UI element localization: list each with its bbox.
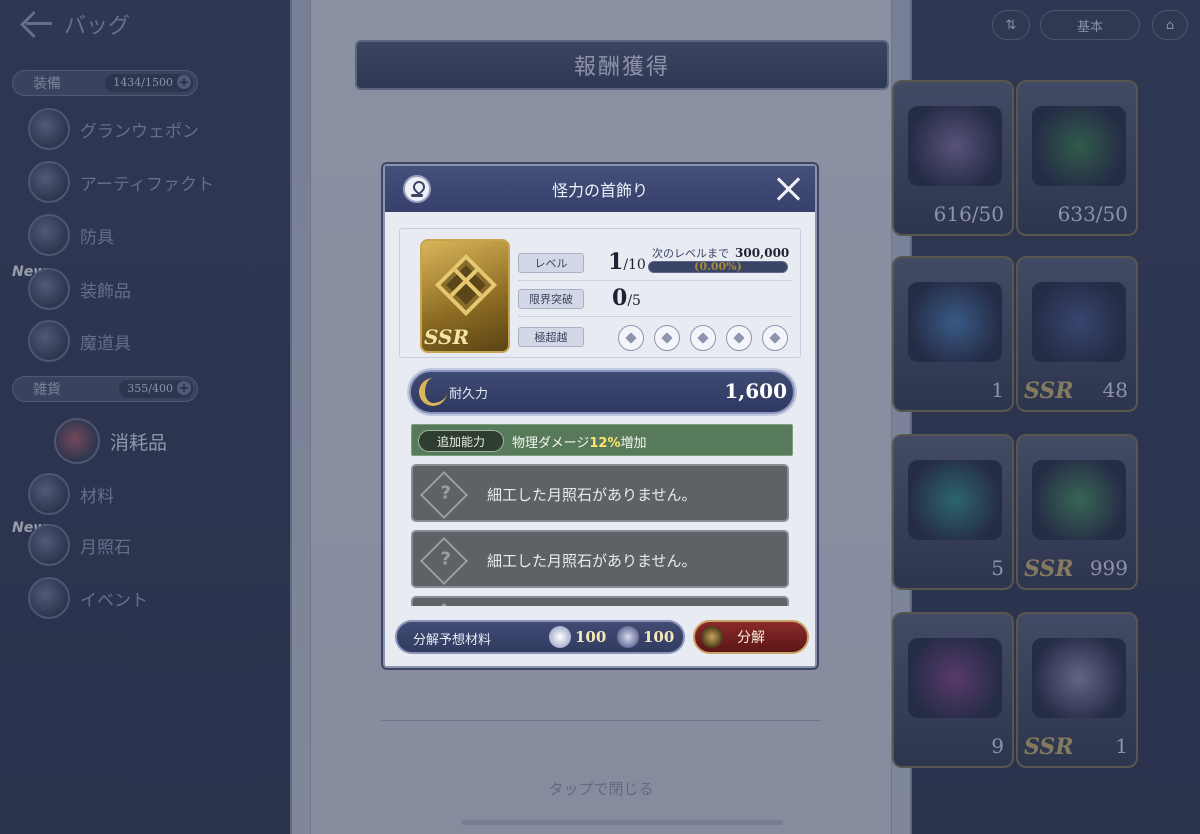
divider [518, 280, 792, 281]
limit-break-max: /5 [627, 293, 641, 309]
dismantle-button[interactable]: 分解 [693, 620, 809, 654]
durability-label: 耐久力 [449, 387, 489, 402]
modal-header: 怪力の首飾り [385, 166, 815, 212]
durability-bar: 耐久力 1,600 [409, 370, 795, 414]
question-icon: ? [419, 602, 469, 606]
level-value: 1/10 [608, 249, 646, 275]
star-slot-icon [618, 325, 644, 351]
limit-break-label: 限界突破 [518, 289, 584, 309]
divider [518, 316, 792, 317]
close-icon[interactable] [775, 176, 801, 202]
next-level-exp: 300,000 [735, 246, 790, 260]
star-slot-icon [654, 325, 680, 351]
material-1-count: 100 [575, 628, 607, 646]
item-name: 怪力の首飾り [551, 181, 648, 200]
transcend-label: 極超越 [518, 327, 584, 347]
extra-ability-tag: 追加能力 [418, 430, 504, 452]
level-max: /10 [623, 257, 646, 273]
limit-break-current: 0 [612, 285, 628, 311]
crystal-orb-icon [617, 626, 639, 648]
next-level-info: 次のレベルまで 300,000 [652, 245, 789, 261]
moonstone-slot[interactable]: ? 細工した月照石がありません。 [411, 464, 789, 522]
location-pin-icon[interactable] [403, 175, 431, 203]
item-detail-modal: 怪力の首飾り SSR レベル 1/10 次のレベルまで 300,000 (0.00… [383, 164, 817, 668]
dismantle-icon [701, 626, 723, 648]
limit-break-value: 0/5 [612, 285, 641, 311]
extra-ability-text: 物理ダメージ12%増加 [512, 432, 647, 451]
item-stats-panel: SSR レベル 1/10 次のレベルまで 300,000 (0.00%) 限界突破… [399, 228, 801, 358]
extra-ability-prefix: 物理ダメージ [512, 436, 590, 451]
question-icon: ? [419, 536, 469, 586]
extra-ability-value: 12% [589, 436, 621, 451]
crystal-shard-icon [549, 626, 571, 648]
dismantle-button-label: 分解 [737, 630, 765, 646]
extra-ability-suffix: 増加 [620, 436, 647, 451]
moonstone-slot-text: 細工した月照石がありません。 [487, 486, 697, 504]
moonstone-slot[interactable]: ? 細工した月照石がありません。 [411, 530, 789, 588]
dismantle-materials-label: 分解予想材料 [413, 633, 492, 648]
item-portrait[interactable]: SSR [420, 239, 510, 353]
star-slot-icon [726, 325, 752, 351]
extra-ability-row: 追加能力 物理ダメージ12%増加 [411, 424, 793, 456]
moonstone-slot-text: 細工した月照石がありません。 [487, 552, 697, 570]
next-level-label: 次のレベルまで [652, 247, 729, 260]
moon-icon [419, 378, 447, 406]
level-label: レベル [518, 253, 584, 273]
exp-progress-bar: (0.00%) [648, 260, 788, 273]
question-icon: ? [419, 470, 469, 520]
material-2-count: 100 [643, 628, 675, 646]
star-slot-icon [690, 325, 716, 351]
dismantle-materials: 分解予想材料 100 100 [395, 620, 685, 654]
durability-value: 1,600 [724, 379, 787, 403]
star-slot-icon [762, 325, 788, 351]
item-rarity: SSR [424, 325, 470, 349]
necklace-icon [434, 253, 498, 317]
moonstone-slot-list[interactable]: ? 細工した月照石がありません。 ? 細工した月照石がありません。 ? [411, 464, 793, 606]
level-current: 1 [608, 249, 624, 275]
moonstone-slot[interactable]: ? [411, 596, 789, 606]
exp-progress-text: (0.00%) [694, 260, 742, 273]
